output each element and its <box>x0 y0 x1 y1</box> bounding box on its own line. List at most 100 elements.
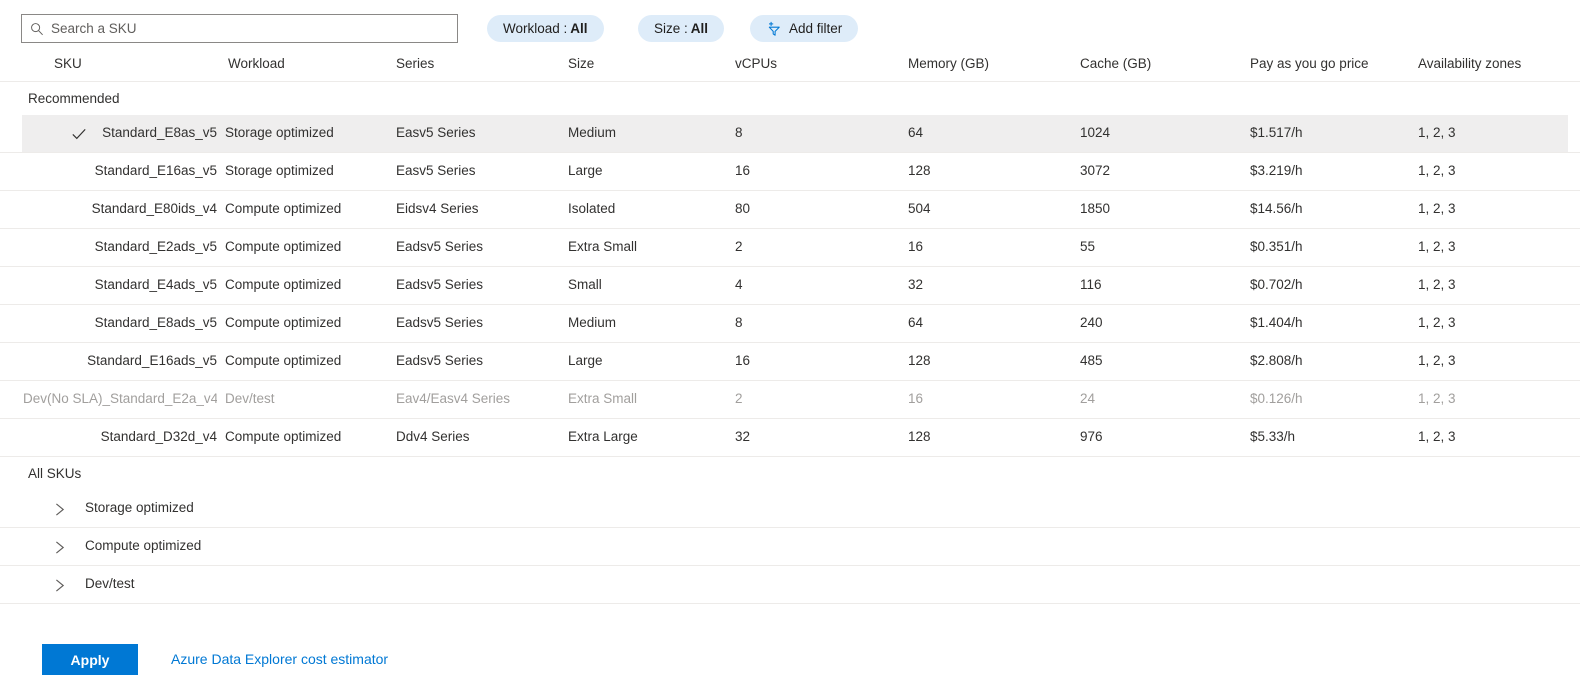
cell-sku: Standard_E4ads_v5 <box>94 277 217 292</box>
cell-size: Large <box>568 163 603 178</box>
cell-vcpu: 2 <box>735 391 743 406</box>
table-row[interactable]: Standard_E16ads_v5 Compute optimized Eadsv… <box>0 343 1580 381</box>
cell-vcpu: 80 <box>735 201 751 216</box>
cell-ser: Ddv4 Series <box>396 429 470 444</box>
cell-cache: 1024 <box>1080 125 1111 140</box>
search-box[interactable] <box>21 14 458 43</box>
cell-size: Medium <box>568 315 617 330</box>
cost-estimator-link[interactable]: Azure Data Explorer cost estimator <box>171 651 388 667</box>
cell-work: Compute optimized <box>225 315 342 330</box>
search-icon <box>31 22 43 35</box>
table-row: Dev(No SLA)_Standard_E2a_v4 Dev/test Eav4/… <box>0 381 1580 419</box>
cell-ser: Easv5 Series <box>396 125 476 140</box>
filter-pill-workload[interactable]: Workload : All <box>487 15 604 42</box>
table-row[interactable]: Standard_D32d_v4 Compute optimized Ddv4 Se… <box>0 419 1580 457</box>
column-header-memory: Memory (GB) <box>908 56 989 71</box>
cell-work: Dev/test <box>225 391 275 406</box>
cell-vcpu: 16 <box>735 163 751 178</box>
cell-cache: 240 <box>1080 315 1103 330</box>
cell-price: $0.702/h <box>1250 277 1303 292</box>
search-input[interactable] <box>51 21 441 36</box>
cell-work: Compute optimized <box>225 353 342 368</box>
table-header-row: SKU Workload Series Size vCPUs Memory (G… <box>0 48 1580 82</box>
all-skus-group-row[interactable]: Storage optimized <box>0 490 1580 528</box>
cell-price: $0.351/h <box>1250 239 1303 254</box>
cell-vcpu: 32 <box>735 429 751 444</box>
cell-ser: Eadsv5 Series <box>396 315 484 330</box>
cell-vcpu: 8 <box>735 315 743 330</box>
cell-zones: 1, 2, 3 <box>1418 353 1456 368</box>
cell-ser: Eidsv4 Series <box>396 201 479 216</box>
column-header-sku: SKU <box>54 56 82 71</box>
cell-price: $0.126/h <box>1250 391 1303 406</box>
all-skus-group-row[interactable]: Compute optimized <box>0 528 1580 566</box>
sku-selection-panel: Workload : All Size : All Add filter SKU… <box>0 0 1580 697</box>
column-header-vcpus: vCPUs <box>735 56 778 71</box>
add-filter-button[interactable]: Add filter <box>750 15 859 42</box>
cell-sku: Standard_E8ads_v5 <box>94 315 217 330</box>
cell-price: $14.56/h <box>1250 201 1303 216</box>
cell-price: $1.517/h <box>1250 125 1303 140</box>
cell-zones: 1, 2, 3 <box>1418 315 1456 330</box>
cell-mem: 64 <box>908 315 924 330</box>
all-skus-group-row[interactable]: Dev/test <box>0 566 1580 604</box>
cell-sku: Standard_E2ads_v5 <box>94 239 217 254</box>
cell-sku: Standard_E16ads_v5 <box>87 353 217 368</box>
group-header-all-skus: All SKUs <box>28 466 82 481</box>
cell-cache: 1850 <box>1080 201 1111 216</box>
cell-zones: 1, 2, 3 <box>1418 201 1456 216</box>
cell-vcpu: 8 <box>735 125 743 140</box>
cell-ser: Eadsv5 Series <box>396 239 484 254</box>
add-filter-label: Add filter <box>789 21 843 36</box>
footer-action-bar: Apply Azure Data Explorer cost estimator <box>0 628 1580 697</box>
all-skus-group-label: Storage optimized <box>85 500 194 515</box>
cell-zones: 1, 2, 3 <box>1418 163 1456 178</box>
cell-size: Extra Small <box>568 239 638 254</box>
cell-cache: 24 <box>1080 391 1096 406</box>
cell-sku: Dev(No SLA)_Standard_E2a_v4 <box>23 391 217 406</box>
table-row[interactable]: Standard_E8ads_v5 Compute optimized Eadsv5… <box>0 305 1580 343</box>
cell-size: Small <box>568 277 602 292</box>
chevron-right-icon <box>56 503 65 516</box>
cell-mem: 504 <box>908 201 931 216</box>
cell-mem: 128 <box>908 353 931 368</box>
filter-pill-size-value: All <box>690 21 709 36</box>
sku-table: SKU Workload Series Size vCPUs Memory (G… <box>0 48 1580 604</box>
table-row[interactable]: Standard_E8as_v5 Storage optimized Easv5 S… <box>0 115 1580 153</box>
column-header-workload: Workload <box>228 56 285 71</box>
all-skus-rows: Storage optimized Compute optimized Dev/te… <box>0 490 1580 604</box>
cell-mem: 32 <box>908 277 924 292</box>
cell-work: Compute optimized <box>225 429 342 444</box>
cell-work: Compute optimized <box>225 239 342 254</box>
cell-zones: 1, 2, 3 <box>1418 125 1456 140</box>
column-header-series: Series <box>396 56 435 71</box>
cell-ser: Easv5 Series <box>396 163 476 178</box>
table-row[interactable]: Standard_E16as_v5 Storage optimized Easv5 … <box>0 153 1580 191</box>
cell-sku: Standard_D32d_v4 <box>100 429 217 444</box>
cell-zones: 1, 2, 3 <box>1418 391 1456 406</box>
cell-zones: 1, 2, 3 <box>1418 429 1456 444</box>
cell-price: $2.808/h <box>1250 353 1303 368</box>
table-row[interactable]: Standard_E2ads_v5 Compute optimized Eadsv5… <box>0 229 1580 267</box>
table-row[interactable]: Standard_E80ids_v4 Compute optimized Eidsv… <box>0 191 1580 229</box>
column-header-cache: Cache (GB) <box>1080 56 1152 71</box>
cell-zones: 1, 2, 3 <box>1418 277 1456 292</box>
cell-size: Large <box>568 353 603 368</box>
cell-sku: Standard_E16as_v5 <box>94 163 217 178</box>
apply-button[interactable]: Apply <box>42 644 138 675</box>
cell-mem: 16 <box>908 239 924 254</box>
toolbar: Workload : All Size : All Add filter <box>0 0 1580 48</box>
filter-pill-size[interactable]: Size : All <box>638 15 725 42</box>
filter-pill-workload-label: Workload : <box>503 21 568 36</box>
cell-size: Isolated <box>568 201 616 216</box>
cell-cache: 3072 <box>1080 163 1111 178</box>
column-header-price: Pay as you go price <box>1250 56 1369 71</box>
cell-mem: 16 <box>908 391 924 406</box>
cell-cache: 485 <box>1080 353 1103 368</box>
group-header-recommended: Recommended <box>28 91 120 106</box>
recommended-rows: Standard_E8as_v5 Storage optimized Easv5 S… <box>0 115 1580 457</box>
filter-pill-workload-value: All <box>570 21 588 36</box>
cell-ser: Eav4/Easv4 Series <box>396 391 511 406</box>
cell-mem: 128 <box>908 163 931 178</box>
table-row[interactable]: Standard_E4ads_v5 Compute optimized Eadsv5… <box>0 267 1580 305</box>
